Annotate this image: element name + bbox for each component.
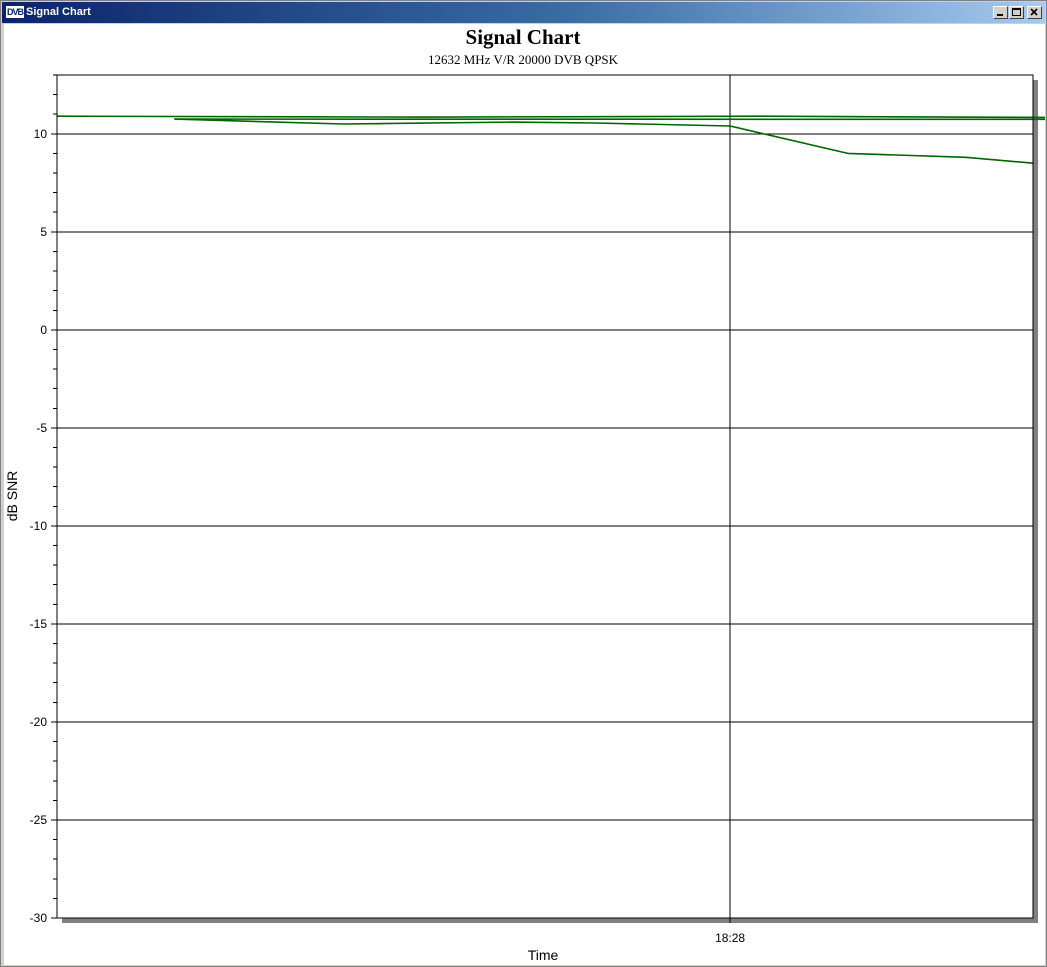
maximize-icon	[1012, 8, 1021, 16]
y-tick-label: -5	[36, 421, 47, 435]
y-tick-label: -25	[30, 813, 48, 827]
dvb-logo-icon: DVB	[6, 6, 24, 18]
chart-area: -30 -25 -20 -15 -10 -5 0 5 10 19:5822:1300:2802:…	[4, 24, 1045, 965]
y-tick-label: 5	[40, 225, 47, 239]
minimize-button[interactable]	[993, 6, 1008, 19]
y-tick-label: -20	[30, 715, 48, 729]
close-icon	[1030, 8, 1038, 16]
y-tick-labels: -30 -25 -20 -15 -10 -5 0 5 10	[30, 127, 48, 925]
x-tick-labels: 19:5822:1300:2802:4304:5807:1309:2811:43…	[715, 931, 745, 945]
window-title: Signal Chart	[26, 6, 91, 18]
y-tick-label: -10	[30, 519, 48, 533]
signal-chart-window: DVB Signal Chart -30 -25 -20 -15 -10 -5 0 5 10 1…	[0, 0, 1047, 967]
x-axis-label: Time	[528, 947, 559, 963]
y-tick-label: -30	[30, 911, 48, 925]
signal-chart: -30 -25 -20 -15 -10 -5 0 5 10 19:5822:1300:2802:…	[4, 25, 1045, 963]
y-tick-label: -15	[30, 617, 48, 631]
y-tick-label: 0	[40, 323, 47, 337]
maximize-button[interactable]	[1009, 6, 1024, 19]
chart-title: Signal Chart	[466, 25, 581, 49]
y-minor-ticks	[51, 74, 57, 919]
y-axis-label: dB SNR	[4, 471, 20, 522]
chart-subtitle: 12632 MHz V/R 20000 DVB QPSK	[428, 52, 619, 67]
plot-background	[57, 75, 1033, 918]
minimize-icon	[997, 14, 1003, 16]
title-bar[interactable]: DVB Signal Chart	[2, 2, 1045, 23]
x-tick-label: 18:28	[715, 931, 745, 945]
close-button[interactable]	[1027, 6, 1042, 19]
y-tick-label: 10	[34, 127, 48, 141]
